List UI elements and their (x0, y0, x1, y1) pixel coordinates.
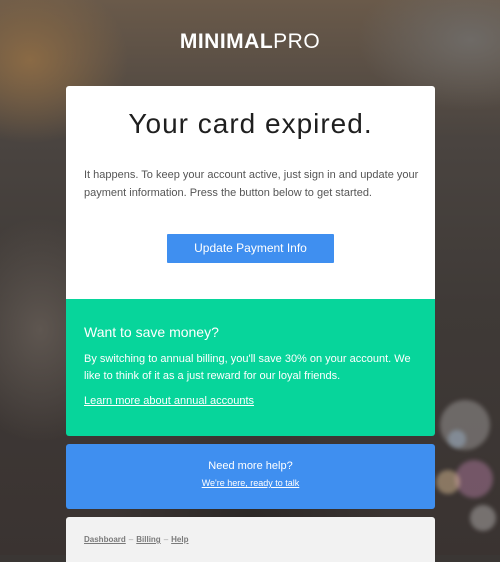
help-question: Need more help? (208, 460, 293, 472)
bokeh-light (436, 470, 460, 494)
footer-separator: – (163, 535, 169, 544)
annual-accounts-link[interactable]: Learn more about annual accounts (84, 395, 254, 407)
update-payment-button[interactable]: Update Payment Info (167, 234, 334, 263)
footer-panel: Dashboard – Billing – Help (66, 517, 435, 562)
brand-logo-light: PRO (273, 30, 321, 53)
annual-billing-promo: Want to save money? By switching to annu… (66, 299, 435, 436)
brand-logo-bold: MINIMAL (179, 30, 274, 53)
expired-card-panel: Your card expired. It happens. To keep y… (66, 86, 435, 299)
brand-logo: MINIMALPRO (0, 30, 500, 54)
page-title: Your card expired. (128, 108, 373, 139)
expired-message: It happens. To keep your account active,… (84, 169, 419, 199)
help-panel: Need more help? We're here, ready to tal… (66, 444, 435, 509)
footer-link-dashboard[interactable]: Dashboard (84, 535, 126, 544)
bokeh-light (448, 430, 466, 448)
bokeh-light (455, 460, 493, 498)
footer-links: Dashboard – Billing – Help (84, 535, 189, 544)
contact-support-link[interactable]: We're here, ready to talk (66, 478, 435, 488)
footer-separator: – (128, 535, 134, 544)
promo-body: By switching to annual billing, you'll s… (84, 353, 411, 382)
footer-link-billing[interactable]: Billing (136, 535, 160, 544)
promo-heading: Want to save money? (84, 324, 219, 340)
bokeh-light (470, 505, 496, 531)
footer-link-help[interactable]: Help (171, 535, 188, 544)
